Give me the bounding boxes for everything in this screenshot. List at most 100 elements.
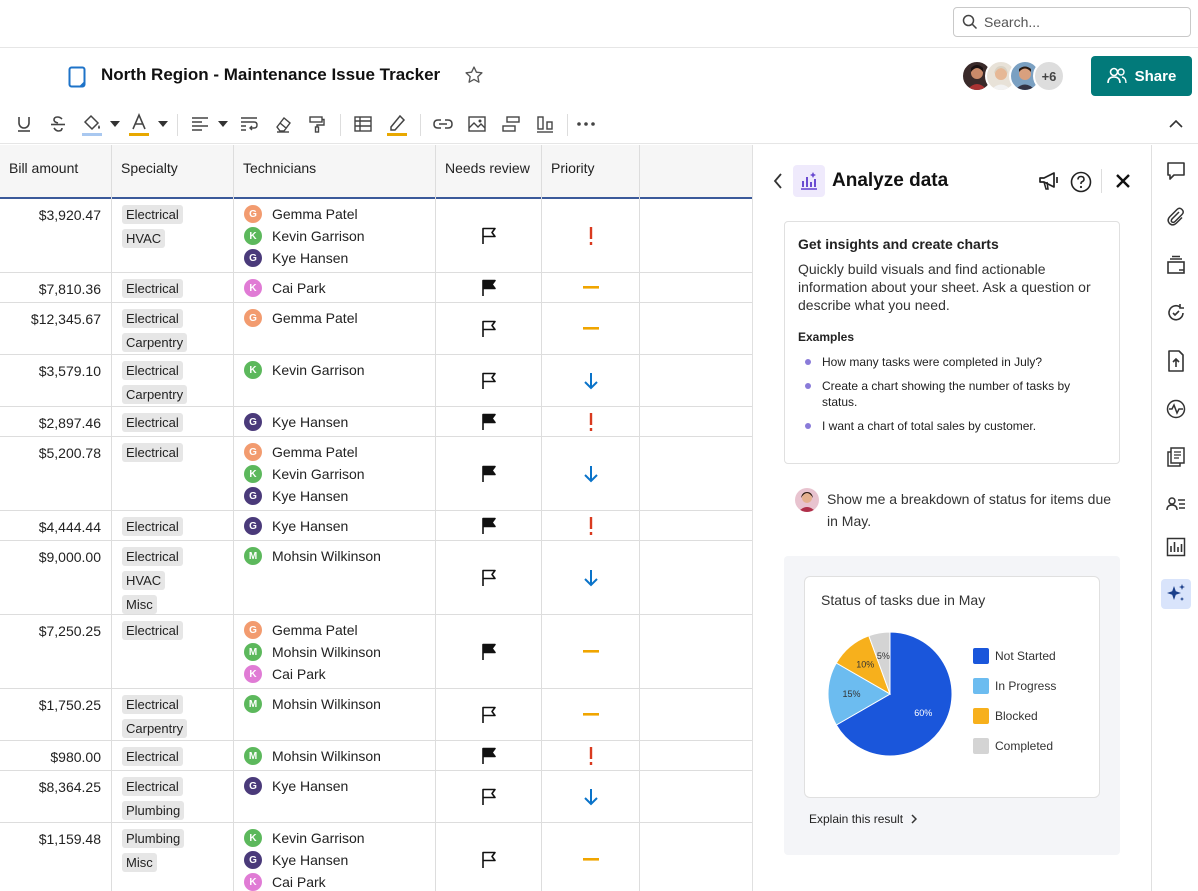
example-prompt[interactable]: I want a chart of total sales by custome…: [798, 418, 1106, 434]
cell-priority[interactable]: [542, 541, 640, 614]
cell-needs-review[interactable]: [436, 741, 542, 770]
flag-outline-icon[interactable]: [481, 706, 497, 724]
cell-technicians[interactable]: G Gemma Patel M Mohsin Wilkinson K Cai Park: [234, 615, 436, 688]
collapse-toolbar-button[interactable]: [1163, 112, 1189, 136]
back-chevron-icon[interactable]: [773, 173, 783, 189]
cell-technicians[interactable]: G Kye Hansen: [234, 511, 436, 540]
cell-bill-amount[interactable]: $4,444.44: [0, 511, 112, 540]
cell-specialty[interactable]: Electrical Carpentry: [112, 689, 234, 740]
column-header-specialty[interactable]: Specialty: [112, 145, 234, 199]
align-dropdown[interactable]: [216, 112, 230, 136]
more-collaborators-badge[interactable]: +6: [1033, 60, 1065, 92]
cell-needs-review[interactable]: [436, 273, 542, 302]
more-options-button[interactable]: [573, 112, 599, 136]
underline-button[interactable]: [12, 112, 36, 136]
cell-specialty[interactable]: Electrical: [112, 511, 234, 540]
column-header-needs-review[interactable]: Needs review: [436, 145, 542, 199]
cell-priority[interactable]: [542, 303, 640, 354]
rail-publish[interactable]: [1162, 347, 1190, 375]
table-row[interactable]: $980.00 Electrical M Mohsin Wilkinson: [0, 741, 752, 771]
table-row[interactable]: $5,200.78 Electrical G Gemma Patel K Kevin Ga…: [0, 437, 752, 511]
image-button[interactable]: [464, 112, 490, 136]
cell-needs-review[interactable]: [436, 355, 542, 406]
cell-empty[interactable]: [640, 407, 752, 436]
link-button[interactable]: [430, 112, 456, 136]
share-button[interactable]: Share: [1091, 56, 1192, 96]
cell-priority[interactable]: [542, 437, 640, 510]
flag-outline-icon[interactable]: [481, 569, 497, 587]
rail-summary[interactable]: [1162, 395, 1190, 423]
cell-technicians[interactable]: K Cai Park: [234, 273, 436, 302]
cell-empty[interactable]: [640, 823, 752, 891]
align-button[interactable]: [188, 112, 212, 136]
table-row[interactable]: $3,579.10 Electrical Carpentry K Kevin Garri…: [0, 355, 752, 407]
cell-empty[interactable]: [640, 771, 752, 822]
favorite-star-icon[interactable]: [464, 65, 484, 85]
cell-technicians[interactable]: M Mohsin Wilkinson: [234, 541, 436, 614]
cell-bill-amount[interactable]: $3,920.47: [0, 199, 112, 272]
cell-technicians[interactable]: M Mohsin Wilkinson: [234, 689, 436, 740]
cell-bill-amount[interactable]: $7,810.36: [0, 273, 112, 302]
rail-activity-log[interactable]: [1162, 299, 1190, 327]
cell-needs-review[interactable]: [436, 823, 542, 891]
cell-needs-review[interactable]: [436, 303, 542, 354]
table-row[interactable]: $8,364.25 Electrical Plumbing G Kye Hansen: [0, 771, 752, 823]
megaphone-icon[interactable]: [1038, 171, 1060, 191]
flag-filled-icon[interactable]: [481, 643, 497, 661]
wrap-text-button[interactable]: [236, 112, 262, 136]
rail-analyze-data[interactable]: [1161, 579, 1191, 609]
example-prompt[interactable]: Create a chart showing the number of tas…: [798, 378, 1106, 410]
cell-empty[interactable]: [640, 355, 752, 406]
cell-bill-amount[interactable]: $980.00: [0, 741, 112, 770]
legend-item[interactable]: In Progress: [973, 671, 1056, 701]
chart-card[interactable]: Status of tasks due in May 60% 15% 10% 5% N…: [804, 576, 1100, 798]
cell-bill-amount[interactable]: $2,897.46: [0, 407, 112, 436]
rail-proofing[interactable]: [1162, 251, 1190, 279]
legend-item[interactable]: Blocked: [973, 701, 1056, 731]
cell-specialty[interactable]: Electrical HVAC: [112, 199, 234, 272]
table-button[interactable]: [350, 112, 376, 136]
cell-specialty[interactable]: Plumbing Misc: [112, 823, 234, 891]
cell-technicians[interactable]: G Kye Hansen: [234, 407, 436, 436]
flag-outline-icon[interactable]: [481, 372, 497, 390]
fill-color-dropdown[interactable]: [108, 112, 122, 136]
rail-forms[interactable]: [1162, 443, 1190, 471]
table-row[interactable]: $9,000.00 Electrical HVAC Misc M Mohsin Wilki…: [0, 541, 752, 615]
cell-empty[interactable]: [640, 199, 752, 272]
cell-priority[interactable]: [542, 823, 640, 891]
legend-item[interactable]: Not Started: [973, 641, 1056, 671]
cell-empty[interactable]: [640, 273, 752, 302]
table-row[interactable]: $3,920.47 Electrical HVAC G Gemma Patel K Kevi…: [0, 199, 752, 273]
cell-bill-amount[interactable]: $3,579.10: [0, 355, 112, 406]
cell-bill-amount[interactable]: $7,250.25: [0, 615, 112, 688]
cell-technicians[interactable]: K Kevin Garrison: [234, 355, 436, 406]
cell-needs-review[interactable]: [436, 541, 542, 614]
cell-technicians[interactable]: M Mohsin Wilkinson: [234, 741, 436, 770]
table-row[interactable]: $1,159.48 Plumbing Misc K Kevin Garrison G Kye…: [0, 823, 752, 891]
cell-empty[interactable]: [640, 511, 752, 540]
cell-specialty[interactable]: Electrical: [112, 741, 234, 770]
close-icon[interactable]: [1116, 174, 1130, 188]
cell-technicians[interactable]: G Gemma Patel: [234, 303, 436, 354]
cell-specialty[interactable]: Electrical: [112, 407, 234, 436]
rail-attachments[interactable]: [1162, 203, 1190, 231]
flag-outline-icon[interactable]: [481, 788, 497, 806]
table-row[interactable]: $7,810.36 Electrical K Cai Park: [0, 273, 752, 303]
cell-bill-amount[interactable]: $5,200.78: [0, 437, 112, 510]
column-header-technicians[interactable]: Technicians: [234, 145, 436, 199]
flag-filled-icon[interactable]: [481, 465, 497, 483]
cell-specialty[interactable]: Electrical Carpentry: [112, 303, 234, 354]
flag-filled-icon[interactable]: [481, 517, 497, 535]
cell-specialty[interactable]: Electrical: [112, 615, 234, 688]
flag-outline-icon[interactable]: [481, 227, 497, 245]
pie-chart[interactable]: 60% 15% 10%5%: [825, 629, 955, 759]
flag-filled-icon[interactable]: [481, 279, 497, 297]
rail-comments[interactable]: [1162, 157, 1190, 185]
cell-empty[interactable]: [640, 615, 752, 688]
cell-specialty[interactable]: Electrical: [112, 273, 234, 302]
cell-specialty[interactable]: Electrical HVAC Misc: [112, 541, 234, 614]
cell-bill-amount[interactable]: $9,000.00: [0, 541, 112, 614]
text-color-button[interactable]: [127, 112, 151, 136]
cell-specialty[interactable]: Electrical Plumbing: [112, 771, 234, 822]
table-row[interactable]: $12,345.67 Electrical Carpentry G Gemma Pate…: [0, 303, 752, 355]
